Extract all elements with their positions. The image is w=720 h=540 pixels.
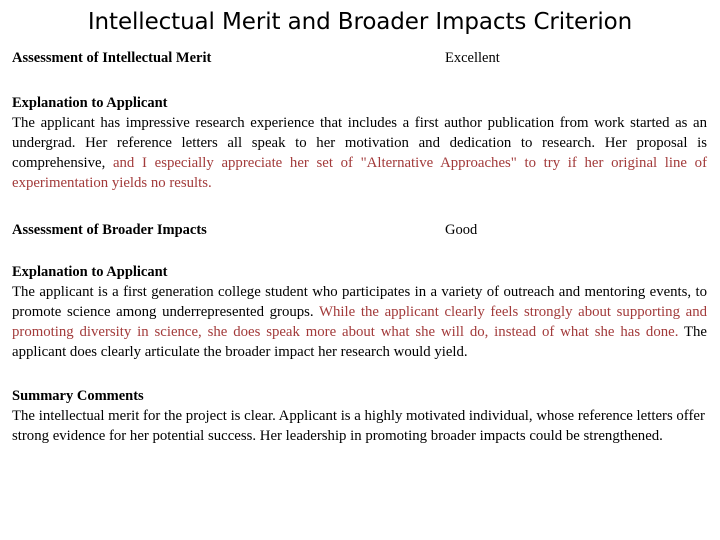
review-document-page: Intellectual Merit and Broader Impacts C… — [0, 0, 720, 540]
broader-impacts-assessment-row: Assessment of Broader Impacts Good — [12, 220, 707, 240]
broader-impacts-assessment-value: Good — [445, 222, 478, 238]
spacer-after-title — [0, 36, 720, 48]
summary-comments-heading: Summary Comments — [12, 388, 144, 404]
page-title: Intellectual Merit and Broader Impacts C… — [87, 9, 633, 35]
intellectual-merit-assessment-label: Assessment of Intellectual Merit — [12, 50, 212, 66]
intellectual-merit-explanation-heading: Explanation to Applicant — [12, 95, 168, 111]
broader-impacts-explanation-heading: Explanation to Applicant — [12, 264, 168, 280]
explanation-red-run: and I especially appreciate her set of "… — [12, 155, 707, 191]
intellectual-merit-assessment-row: Assessment of Intellectual Merit Excelle… — [12, 48, 707, 68]
broader-impacts-explanation-text: The applicant is a first generation coll… — [12, 282, 707, 362]
document-body: Assessment of Intellectual Merit Excelle… — [0, 48, 720, 446]
broader-impacts-assessment-label: Assessment of Broader Impacts — [12, 222, 207, 238]
intellectual-merit-explanation-text: The applicant has impressive research ex… — [12, 113, 707, 193]
summary-comments-text: The intellectual merit for the project i… — [12, 408, 705, 444]
intellectual-merit-assessment-value: Excellent — [445, 50, 500, 66]
